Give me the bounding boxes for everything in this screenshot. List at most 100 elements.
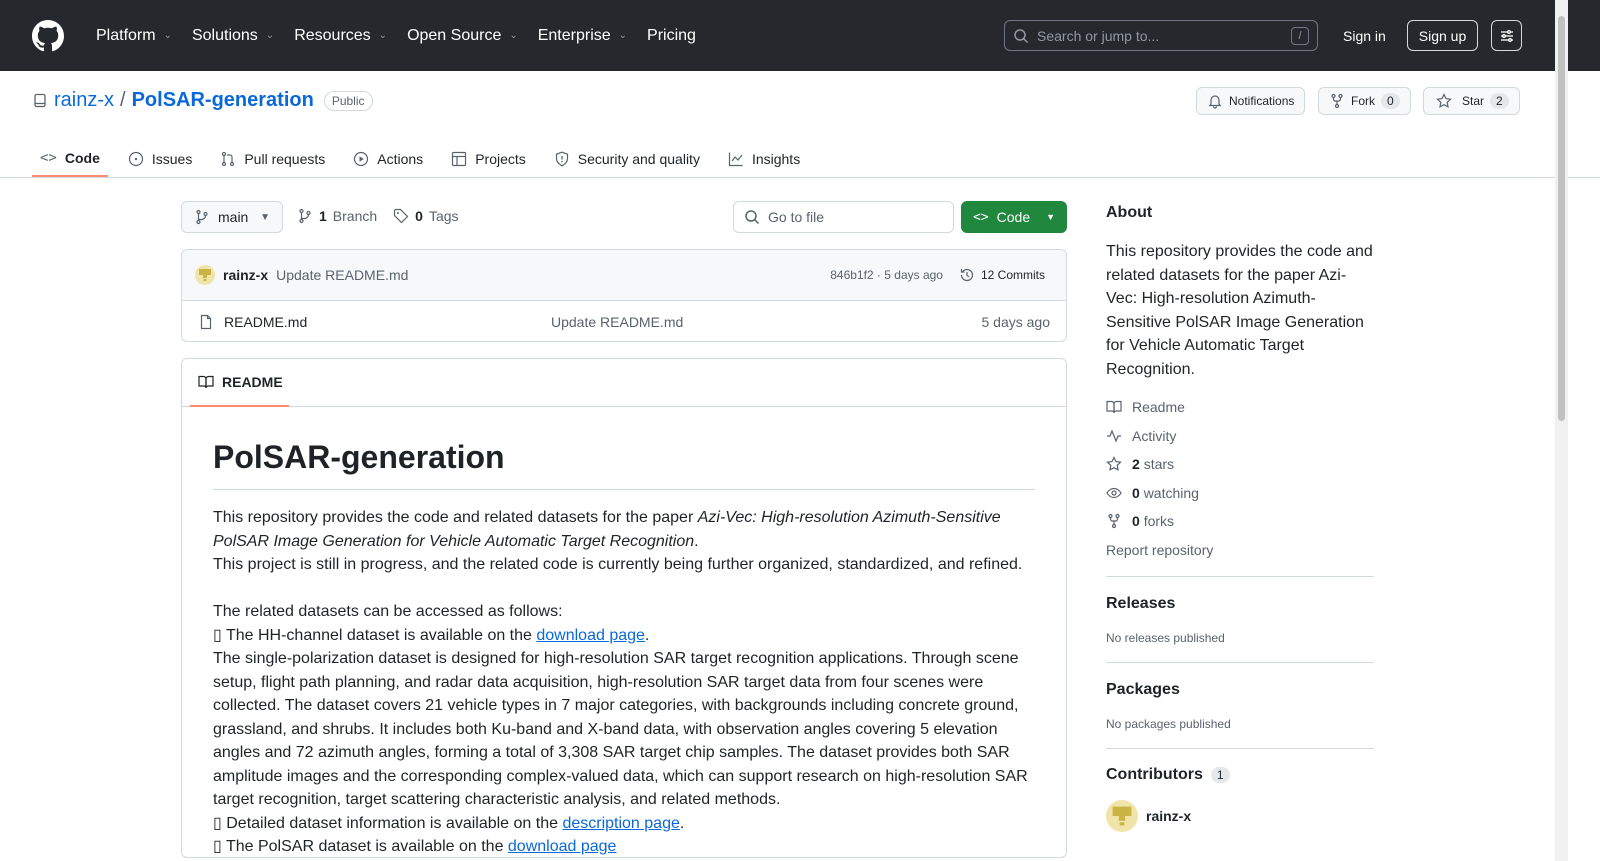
github-logo-icon[interactable] [32,19,64,52]
readme-title: PolSAR-generation [213,437,1035,490]
go-to-file-input[interactable]: Go to file [733,201,954,233]
chevron-down-icon: ⌄ [163,30,172,41]
contributors-heading[interactable]: Contributors [1106,766,1203,784]
readme-link[interactable]: Readme [1106,393,1374,422]
nav-pricing[interactable]: Pricing [637,20,706,52]
contributor-item[interactable]: rainz-x [1106,800,1374,832]
caret-down-icon: ▼ [1046,212,1055,222]
branch-icon [196,209,208,225]
shield-icon [555,151,568,167]
no-packages-text: No packages published [1106,717,1231,731]
signin-link[interactable]: Sign in [1335,20,1394,51]
readme-paragraph: The related datasets can be accessed as … [213,603,1028,855]
tab-actions[interactable]: Actions [345,141,431,177]
tab-insights[interactable]: Insights [720,141,808,177]
readme-content: PolSAR-generation This repository provid… [182,407,1066,861]
contributor-name: rainz-x [1146,808,1192,824]
tab-code[interactable]: <> Code [32,141,108,177]
bell-icon [1208,95,1222,109]
chevron-down-icon: ⌄ [265,30,275,41]
repo-icon [34,93,46,107]
avatar[interactable] [195,265,215,285]
page-scrollbar[interactable] [1555,0,1568,861]
scrollbar-thumb[interactable] [1558,16,1565,421]
commit-message[interactable]: Update README.md [276,267,408,283]
file-commit-message[interactable]: Update README.md [551,314,683,330]
download-link[interactable]: download page [536,627,645,644]
file-row[interactable]: README.md Update README.md 5 days ago [182,301,1066,342]
star-icon [1436,93,1452,108]
repo-owner-link[interactable]: rainz-x [54,89,114,112]
menu-icon[interactable] [1491,20,1522,51]
tab-security[interactable]: Security and quality [546,141,708,177]
pulse-icon [1107,429,1121,443]
chevron-down-icon: ⌄ [378,30,388,41]
packages-heading[interactable]: Packages [1106,681,1374,699]
tab-pull-requests[interactable]: Pull requests [212,141,333,177]
tab-issues[interactable]: Issues [120,141,200,177]
tab-readme[interactable]: README [190,359,289,407]
nav-enterprise[interactable]: Enterprise ⌄ [528,20,637,52]
star-button[interactable]: Star 2 [1423,87,1520,115]
code-dropdown-button[interactable]: <> Code ▼ [961,201,1067,233]
history-icon [960,268,974,282]
avatar [1106,800,1138,832]
description-link[interactable]: description page [562,815,679,832]
search-icon [745,210,760,225]
divider [1106,662,1374,663]
fork-icon [1331,93,1343,109]
search-shortcut-key: / [1291,26,1309,45]
branch-selector[interactable]: main ▼ [181,201,283,233]
commit-author[interactable]: rainz-x [223,267,268,283]
stars-link[interactable]: 2 stars [1106,450,1374,479]
global-header: Platform ⌄ Solutions ⌄ Resources ⌄ Open Sou… [0,0,1600,71]
latest-commit: rainz-x Update README.md 846b1f2 · 5 day… [182,250,1066,301]
book-icon [198,375,214,389]
branches-link[interactable]: 1 Branch [297,208,377,224]
tab-projects[interactable]: Projects [443,141,534,177]
forks-link[interactable]: 0 forks [1106,507,1374,536]
fork-button[interactable]: Fork 0 [1318,87,1411,115]
visibility-badge: Public [323,90,373,111]
pull-request-icon [222,151,235,167]
activity-link[interactable]: Activity [1106,422,1374,451]
about-description: This repository provides the code and re… [1106,243,1373,378]
star-count: 2 [1490,93,1509,109]
report-repository-link[interactable]: Report repository [1106,536,1374,565]
branch-icon [299,208,311,224]
readme-panel: README PolSAR-generation This repository… [181,358,1067,858]
file-name[interactable]: README.md [224,314,307,330]
global-nav: Platform ⌄ Solutions ⌄ Resources ⌄ Open Sou… [86,20,706,52]
nav-platform[interactable]: Platform ⌄ [86,20,182,52]
watching-link[interactable]: 0 watching [1106,479,1374,508]
fork-icon [1108,514,1120,529]
code-icon: <> [973,209,989,225]
table-icon [452,151,467,167]
eye-icon [1106,487,1122,498]
repo-name-link[interactable]: PolSAR-generation [132,89,314,112]
caret-down-icon: ▼ [260,211,270,223]
search-icon [1014,28,1029,43]
readme-paragraph: This repository provides the code and re… [213,509,1023,573]
issue-icon [128,151,143,167]
search-input[interactable]: Search or jump to... / [1004,20,1318,51]
divider [1106,748,1374,749]
file-list: rainz-x Update README.md 846b1f2 · 5 day… [181,249,1067,342]
signup-button[interactable]: Sign up [1407,20,1478,51]
play-icon [354,151,369,167]
repo-tabs: <> Code Issues Pull requests Actions Pro… [32,141,820,178]
readme-tabs: README [182,359,1066,407]
repo-header: rainz-x / PolSAR-generation Public Notif… [0,71,1600,178]
book-icon [1106,401,1122,414]
notifications-button[interactable]: Notifications [1196,87,1306,115]
tags-link[interactable]: 0 Tags [393,208,459,224]
commits-link[interactable]: 12 Commits [959,267,1045,283]
nav-resources[interactable]: Resources ⌄ [284,20,397,52]
file-icon [200,314,212,329]
graph-icon [728,152,743,167]
nav-open-source[interactable]: Open Source ⌄ [397,20,528,52]
nav-solutions[interactable]: Solutions ⌄ [182,20,284,52]
releases-heading[interactable]: Releases [1106,595,1374,613]
commit-hash[interactable]: 846b1f2 · 5 days ago [830,268,943,282]
polsar-download-link[interactable]: download page [508,838,617,855]
